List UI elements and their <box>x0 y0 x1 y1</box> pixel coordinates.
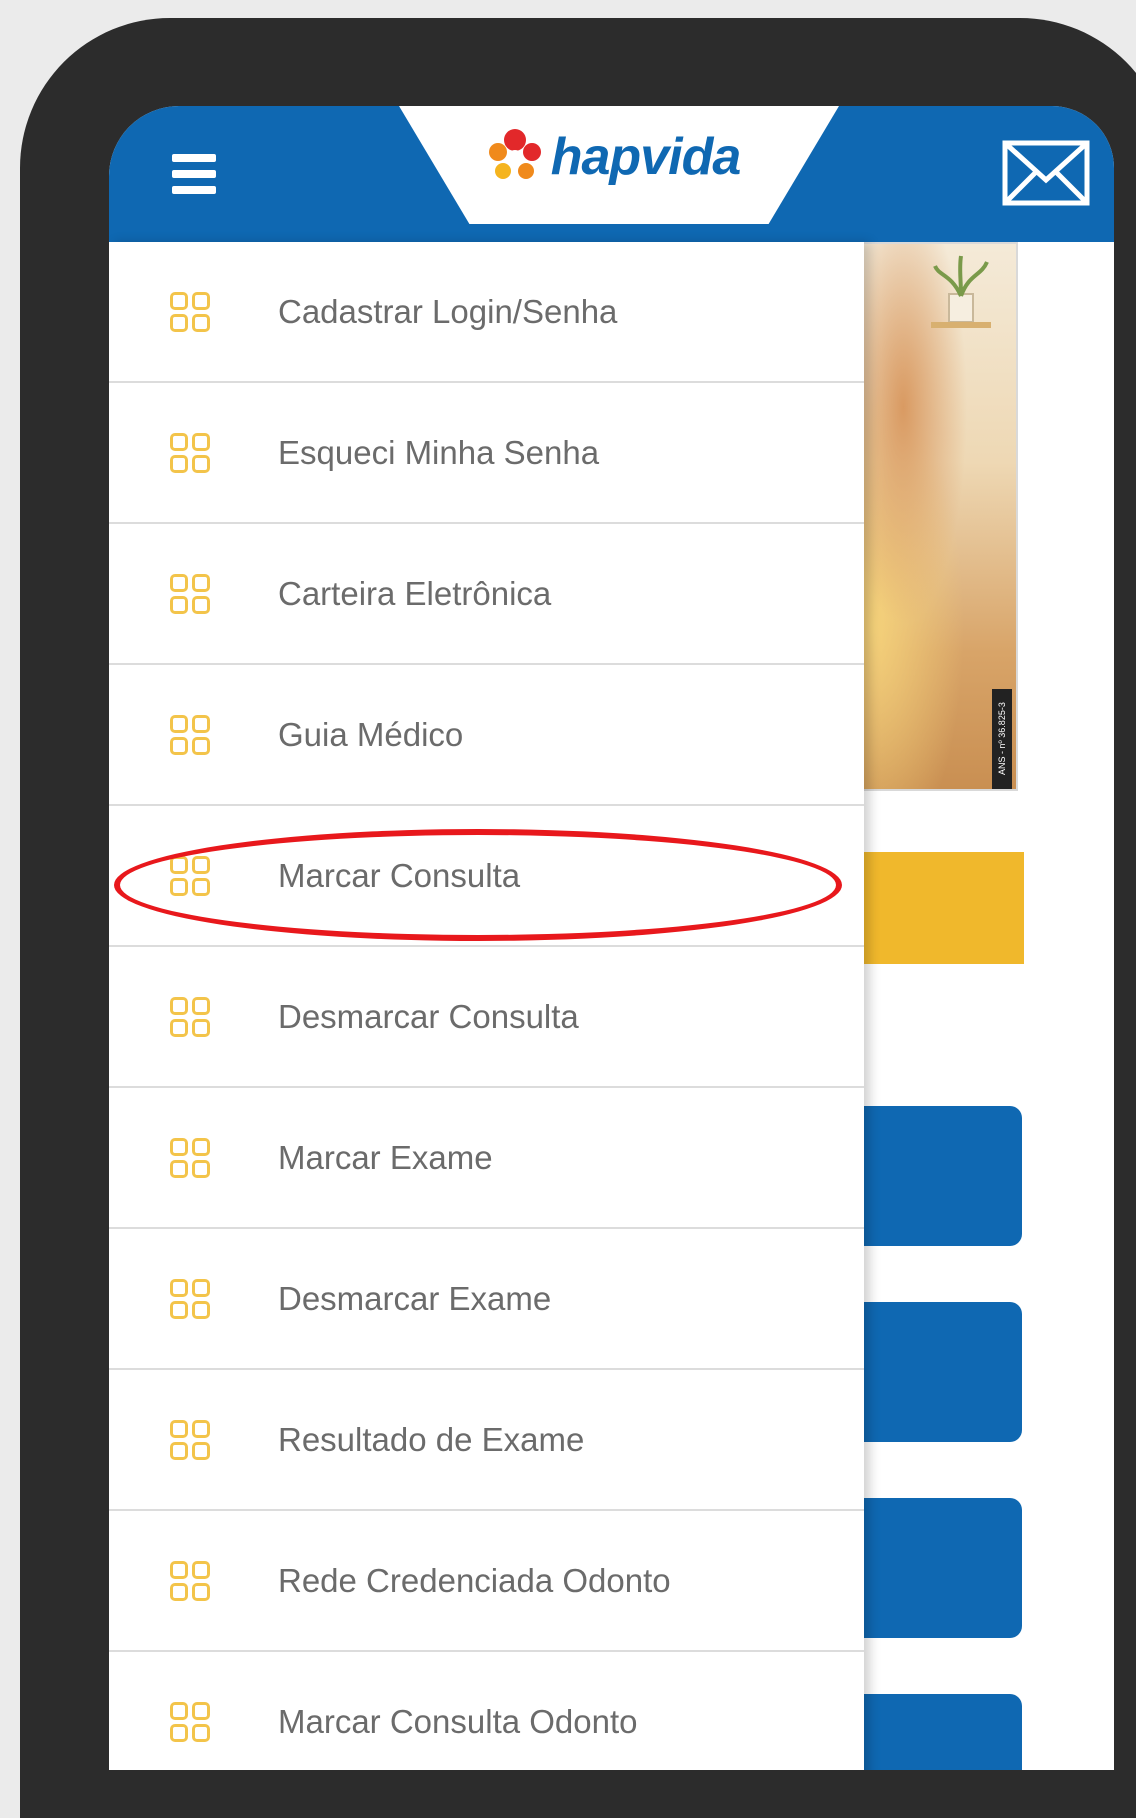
grid-icon <box>170 1137 210 1178</box>
menu-item[interactable]: Rede Credenciada Odonto <box>109 1511 864 1652</box>
menu-item[interactable]: Marcar Exame <box>109 1088 864 1229</box>
menu-item-label: Cadastrar Login/Senha <box>278 292 618 330</box>
menu-item-label: Marcar Consulta Odonto <box>278 1702 638 1740</box>
hapvida-logo: hapvida <box>109 122 1114 192</box>
menu-item-label: Desmarcar Consulta <box>278 997 579 1035</box>
menu-item[interactable]: Desmarcar Exame <box>109 1229 864 1370</box>
menu-item-label: Marcar Consulta <box>278 856 521 894</box>
grid-icon <box>170 432 210 473</box>
menu-item[interactable]: Resultado de Exame <box>109 1370 864 1511</box>
menu-item-label: Marcar Exame <box>278 1138 493 1176</box>
app-screen: ANS - nº 36.825-3 hapvida Cadastrar Logi… <box>109 106 1114 1770</box>
menu-item[interactable]: Esqueci Minha Senha <box>109 383 864 524</box>
grid-icon <box>170 1278 210 1319</box>
plant-icon <box>931 255 991 328</box>
flower-icon <box>488 129 541 179</box>
ans-registration-label: ANS - nº 36.825-3 <box>992 689 1012 789</box>
menu-item[interactable]: Cadastrar Login/Senha <box>109 242 864 383</box>
menu-item-label: Esqueci Minha Senha <box>278 433 600 471</box>
menu-item-label: Rede Credenciada Odonto <box>278 1561 671 1599</box>
phone-frame: ANS - nº 36.825-3 hapvida Cadastrar Logi… <box>20 18 1136 1818</box>
side-menu-drawer: Cadastrar Login/Senha Esqueci Minha Senha… <box>109 242 864 1770</box>
menu-item[interactable]: Marcar Consulta Odonto <box>109 1652 864 1770</box>
grid-icon <box>170 1560 210 1601</box>
menu-item-label: Desmarcar Exame <box>278 1279 552 1317</box>
grid-icon <box>170 996 210 1037</box>
menu-item[interactable]: Desmarcar Consulta <box>109 947 864 1088</box>
logo-text: hapvida <box>550 128 741 186</box>
menu-item-label: Guia Médico <box>278 715 464 753</box>
grid-icon <box>170 1701 210 1742</box>
menu-item-label: Carteira Eletrônica <box>278 574 552 612</box>
envelope-icon[interactable] <box>1002 140 1090 206</box>
grid-icon <box>170 1419 210 1460</box>
grid-icon <box>170 291 210 332</box>
menu-item-label: Resultado de Exame <box>278 1420 585 1458</box>
app-header: hapvida <box>109 106 1114 242</box>
menu-item[interactable]: Carteira Eletrônica <box>109 524 864 665</box>
menu-item[interactable]: Marcar Consulta <box>109 806 864 947</box>
menu-item[interactable]: Guia Médico <box>109 665 864 806</box>
grid-icon <box>170 573 210 614</box>
grid-icon <box>170 714 210 755</box>
grid-icon <box>170 855 210 896</box>
